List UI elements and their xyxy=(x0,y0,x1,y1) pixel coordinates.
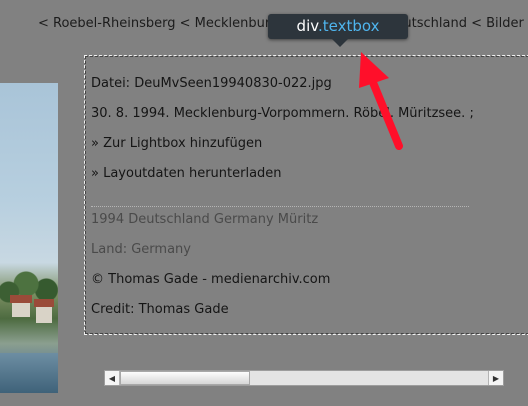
country-text: Land: Germany xyxy=(91,242,191,257)
element-inspector-tooltip: div.textbox xyxy=(268,14,408,47)
photo-water xyxy=(0,353,58,393)
scroll-right-button[interactable]: ▶ xyxy=(488,371,503,385)
tooltip-pointer xyxy=(332,39,348,47)
photo-house xyxy=(36,307,52,323)
red-arrow-icon xyxy=(359,52,403,150)
tooltip-tag: div xyxy=(296,17,318,35)
add-to-lightbox-link[interactable]: » Zur Lightbox hinzufügen xyxy=(91,136,262,151)
caption-text: 30. 8. 1994. Mecklenburg-Vorpommern. Röb… xyxy=(91,106,474,121)
separator xyxy=(91,206,469,207)
photo-house xyxy=(12,303,30,317)
credit-text: Credit: Thomas Gade xyxy=(91,302,229,317)
scroll-right-icon: ▶ xyxy=(492,373,500,383)
photo-thumbnail[interactable] xyxy=(0,83,58,393)
filename-text: Datei: DeuMvSeen19940830-022.jpg xyxy=(91,76,332,91)
download-layout-link[interactable]: » Layoutdaten herunterladen xyxy=(91,166,282,181)
horizontal-scrollbar[interactable]: ◀ ▶ xyxy=(104,370,504,386)
textbox: Datei: DeuMvSeen19940830-022.jpg 30. 8. … xyxy=(84,55,528,335)
tooltip-class: .textbox xyxy=(317,17,380,35)
scroll-left-icon: ◀ xyxy=(108,373,116,383)
scroll-left-button[interactable]: ◀ xyxy=(105,371,120,385)
photo-roof xyxy=(10,295,32,303)
scrollbar-thumb[interactable] xyxy=(120,371,250,385)
keywords-text: 1994 Deutschland Germany Müritz xyxy=(91,212,319,227)
photo-roof xyxy=(34,299,54,307)
copyright-text: © Thomas Gade - medienarchiv.com xyxy=(91,272,331,287)
